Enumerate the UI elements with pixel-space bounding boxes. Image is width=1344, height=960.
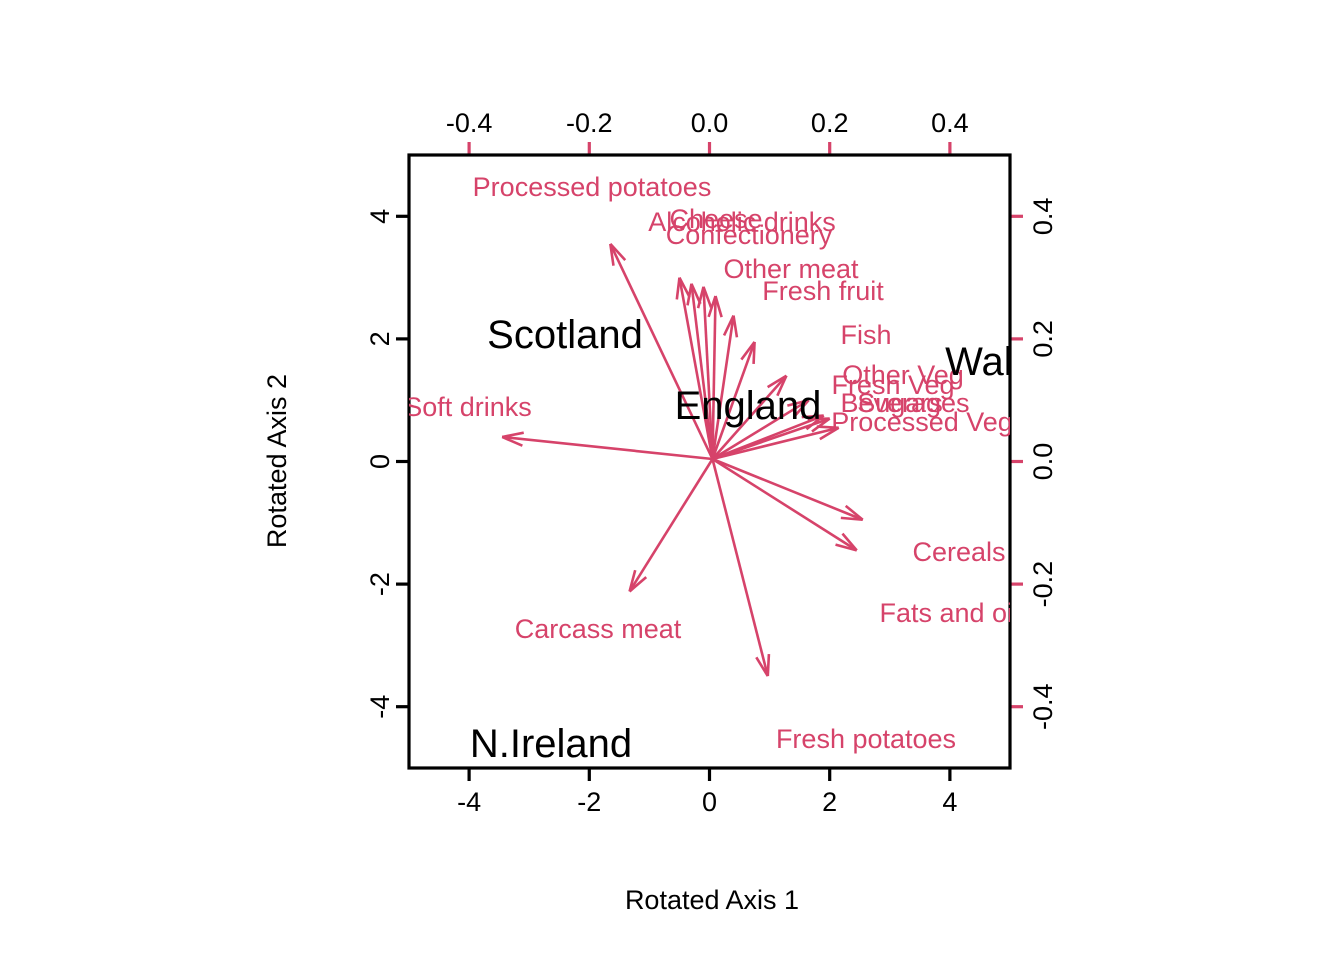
axis-tick-label: 0.4 <box>931 108 969 138</box>
observation-label: England <box>675 384 822 428</box>
axis-tick-label: 0.2 <box>811 108 849 138</box>
axis-tick-label: -0.4 <box>1028 683 1058 730</box>
variable-label: Processed potatoes <box>473 172 712 202</box>
variable-label: Carcass meat <box>515 614 682 644</box>
vector-arrowhead <box>752 341 756 365</box>
biplot-figure: -0.4 -0.2 0.0 0.2 0.4 -0.4 -0.2 0.0 0.2 0.4 -4 -2… <box>0 0 1344 960</box>
axis-tick-label: 4 <box>942 787 957 817</box>
biplot-canvas: -0.4 -0.2 0.0 0.2 0.4 -0.4 -0.2 0.0 0.2 0.4 -4 -2… <box>0 0 1344 960</box>
axis-tick-label: -0.4 <box>446 108 493 138</box>
vector-arrowhead <box>766 654 771 677</box>
axis-tick-label: 0 <box>702 787 717 817</box>
variable-label: Soft drinks <box>404 392 532 422</box>
axis-tick-label: -4 <box>457 787 481 817</box>
axis-tick-label: 0.2 <box>1028 320 1058 358</box>
figure-background <box>0 0 1344 960</box>
observation-label: Scotland <box>487 313 643 357</box>
axis-tick-label: 0.0 <box>1028 443 1058 481</box>
variable-label: Fresh fruit <box>762 276 884 306</box>
axis-tick-label: 2 <box>822 787 837 817</box>
axis-tick-label: 0.4 <box>1028 198 1058 236</box>
axis-tick-label: 4 <box>365 209 395 224</box>
variable-label: Confectionery <box>666 220 833 250</box>
axis-tick-label: 0 <box>365 454 395 469</box>
axis-tick-label: 0.0 <box>691 108 729 138</box>
x-axis-title: Rotated Axis 1 <box>625 885 799 915</box>
axis-tick-label: -2 <box>577 787 601 817</box>
y-axis-title: Rotated Axis 2 <box>262 374 292 548</box>
variable-label: Fish <box>840 320 891 350</box>
variable-label: Cereals <box>912 537 1005 567</box>
axis-tick-label: -4 <box>365 695 395 719</box>
variable-label: Processed Veg <box>831 407 1013 437</box>
axis-tick-label: -2 <box>365 572 395 596</box>
axis-tick-label: -0.2 <box>566 108 613 138</box>
axis-tick-label: 2 <box>365 331 395 346</box>
axis-tick-label: -0.2 <box>1028 561 1058 608</box>
variable-label: Fats and oils <box>879 598 1032 628</box>
variable-label: Fresh potatoes <box>776 724 956 754</box>
observation-label: N.Ireland <box>470 722 632 766</box>
